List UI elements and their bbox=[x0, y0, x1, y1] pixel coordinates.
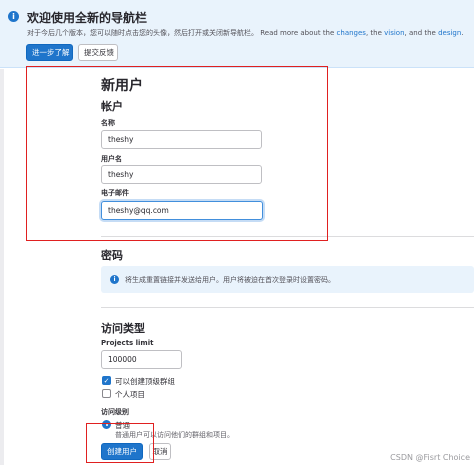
design-link[interactable]: design bbox=[438, 29, 461, 37]
banner-text: 对于今后几个版本，您可以随时点击您的头像，然后打开或关闭新导航栏。 Read m… bbox=[27, 29, 464, 37]
external-label: 个人项目 bbox=[115, 390, 145, 399]
vision-link[interactable]: vision bbox=[384, 29, 404, 37]
changes-link[interactable]: changes bbox=[337, 29, 366, 37]
username-input[interactable]: theshy bbox=[101, 165, 262, 184]
regular-description: 普通用户可以访问他们的群组和项目。 bbox=[115, 431, 234, 439]
password-notice: i 将生成重置链接并发送给用户。用户将被迫在首次登录时设置密码。 bbox=[101, 266, 474, 293]
projects-limit-input[interactable]: 100000 bbox=[101, 350, 182, 369]
username-label: 用户名 bbox=[101, 155, 122, 163]
password-section-title: 密码 bbox=[101, 249, 123, 262]
learn-more-button[interactable]: 进一步了解 bbox=[26, 44, 73, 61]
nav-announcement-banner: i 欢迎使用全新的导航栏 对于今后几个版本，您可以随时点击您的头像，然后打开或关… bbox=[0, 0, 474, 68]
cancel-button[interactable]: 取消 bbox=[149, 443, 171, 460]
info-icon: i bbox=[8, 11, 19, 22]
info-icon: i bbox=[110, 275, 119, 284]
external-checkbox[interactable] bbox=[102, 389, 111, 398]
page-title: 新用户 bbox=[101, 78, 143, 94]
create-user-button[interactable]: 创建用户 bbox=[101, 443, 143, 460]
watermark: CSDN @Fisrt Choice bbox=[390, 453, 470, 462]
banner-title: 欢迎使用全新的导航栏 bbox=[27, 11, 148, 25]
access-level-label: 访问级别 bbox=[101, 408, 129, 416]
name-label: 名称 bbox=[101, 119, 115, 127]
projects-limit-label: Projects limit bbox=[101, 339, 154, 347]
account-section-title: 帐户 bbox=[101, 100, 123, 113]
submit-feedback-button[interactable]: 提交反馈 bbox=[78, 44, 118, 61]
name-input[interactable]: theshy bbox=[101, 130, 262, 149]
regular-radio[interactable] bbox=[102, 420, 111, 429]
can-create-group-label: 可以创建顶级群组 bbox=[115, 377, 175, 386]
access-section-title: 访问类型 bbox=[101, 322, 145, 335]
sidebar-edge bbox=[0, 69, 4, 465]
can-create-group-checkbox[interactable]: ✓ bbox=[102, 376, 111, 385]
section-divider bbox=[101, 236, 474, 237]
email-input[interactable]: theshy@qq.com bbox=[101, 201, 263, 220]
email-label: 电子邮件 bbox=[101, 189, 129, 197]
section-divider bbox=[101, 307, 474, 308]
